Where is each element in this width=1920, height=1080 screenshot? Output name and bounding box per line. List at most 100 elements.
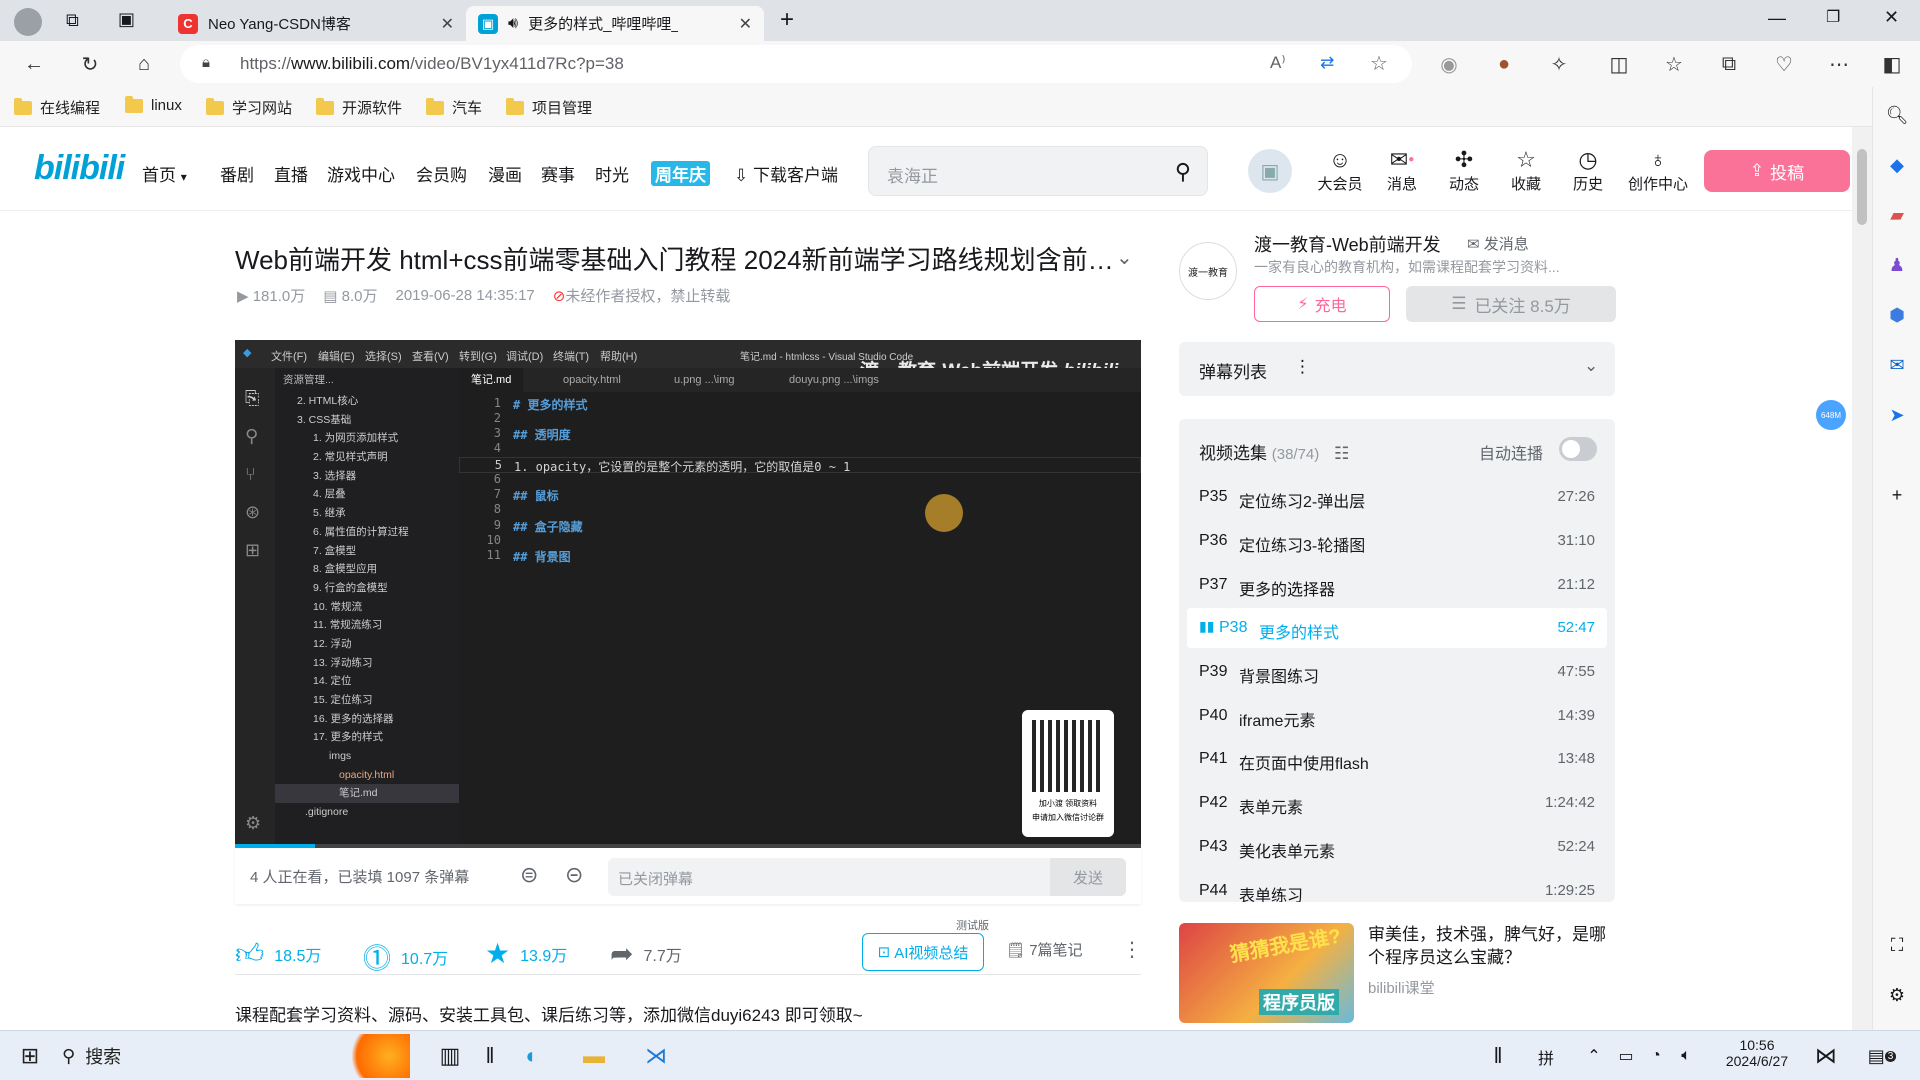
nav-anniversary[interactable]: 周年庆	[651, 161, 710, 186]
recommend-title[interactable]: 审美佳，技术强，脾气好，是哪个程序员这么宝藏？	[1368, 923, 1618, 969]
danmaku-list-panel[interactable]: 弹幕列表 ⋮ ⌄	[1179, 342, 1615, 396]
nav-mall[interactable]: 会员购	[416, 161, 467, 186]
screenshot-icon[interactable]: ⛶	[1885, 933, 1909, 957]
tray-chevron-icon[interactable]: ⌃	[1578, 1040, 1610, 1072]
file-explorer-icon[interactable]: ▬	[578, 1040, 610, 1072]
task-view-icon[interactable]: ▥	[434, 1040, 466, 1072]
browser-essentials-icon[interactable]: ♡	[1770, 50, 1798, 78]
close-tab-icon[interactable]: ✕	[441, 14, 454, 34]
ime-indicator[interactable]: 拼	[1538, 1045, 1554, 1069]
lock-icon[interactable]: 🔒︎	[202, 54, 210, 71]
bilibili-logo[interactable]: bilibili	[34, 149, 125, 188]
chevron-down-icon[interactable]: ⌄	[1584, 356, 1598, 376]
favorite-button[interactable]: ★ 13.9万	[485, 937, 567, 970]
sidebar-toggle-icon[interactable]: ◧	[1878, 50, 1906, 78]
video-player[interactable]: ◆ 文件(F) 编辑(E) 选择(S) 查看(V) 转到(G) 调试(D) 终端…	[235, 340, 1141, 848]
bookmark-folder[interactable]: 项目管理	[506, 97, 592, 118]
read-aloud-icon[interactable]: A⁾	[1270, 53, 1286, 73]
charge-button[interactable]: ⚡︎ 充电	[1254, 286, 1390, 322]
minimize-icon[interactable]: —	[1768, 8, 1786, 29]
bookmark-folder[interactable]: 汽车	[426, 97, 482, 118]
outlook-icon[interactable]: ✉	[1885, 353, 1909, 377]
bookmark-folder[interactable]: 开源软件	[316, 97, 402, 118]
header-history[interactable]: ◷ 历史	[1562, 147, 1614, 194]
new-tab-icon[interactable]: +	[780, 6, 794, 34]
search-icon[interactable]: 🔍︎	[1885, 103, 1909, 127]
more-menu-icon[interactable]: ⋯	[1825, 50, 1853, 78]
translate-icon[interactable]: ⇄	[1320, 53, 1334, 73]
search-input[interactable]: 袁海正	[887, 162, 938, 187]
people-icon[interactable]: ♟	[1885, 253, 1909, 277]
nav-download-client[interactable]: ⇩ 下载客户端	[734, 161, 838, 186]
split-screen-icon[interactable]: ◫	[1605, 50, 1633, 78]
episode-item[interactable]: P35 定位练习2-弹出层 27:26	[1187, 477, 1607, 517]
favorite-star-icon[interactable]: ☆	[1370, 51, 1388, 76]
close-window-icon[interactable]: ✕	[1884, 7, 1899, 28]
share-button[interactable]: ➦ 7.7万	[610, 937, 682, 970]
episode-item[interactable]: P39 背景图练习 47:55	[1187, 652, 1607, 692]
add-sidebar-icon[interactable]: +	[1885, 483, 1909, 507]
header-message[interactable]: ✉● 消息	[1376, 147, 1428, 194]
edge-app-icon[interactable]: ◐	[516, 1040, 548, 1072]
vscode-app-icon[interactable]: ⋊	[640, 1040, 672, 1072]
restore-icon[interactable]: ❐	[1826, 7, 1840, 27]
recommend-thumbnail[interactable]: 猜猜我是谁? 程序员版	[1179, 923, 1354, 1023]
danmaku-toggle-icon[interactable]: ⊜	[520, 862, 538, 888]
settings-gear-icon[interactable]: ⚙	[1885, 983, 1909, 1007]
send-icon[interactable]: ➤	[1885, 403, 1909, 427]
home-icon[interactable]: ⌂	[130, 50, 158, 78]
upload-button[interactable]: ⇪ 投稿	[1704, 150, 1850, 192]
tools-icon[interactable]: ▰	[1885, 203, 1909, 227]
wifi-icon[interactable]: ◔	[1640, 1040, 1672, 1072]
bookmark-folder[interactable]: 学习网站	[206, 97, 292, 118]
scroll-thumb[interactable]	[1857, 149, 1867, 225]
url-bar[interactable]: 🔒︎ https://www.bilibili.com/video/BV1yx4…	[180, 45, 1412, 83]
uploader-name[interactable]: 渡一教育-Web前端开发	[1254, 231, 1441, 257]
episode-item[interactable]: P41 在页面中使用flash 13:48	[1187, 739, 1607, 779]
back-icon[interactable]: ←	[20, 50, 48, 78]
like-button[interactable]: 👍︎ 18.5万	[235, 937, 321, 971]
nav-match[interactable]: 赛事	[541, 161, 575, 186]
expand-title-icon[interactable]: ⌄	[1116, 245, 1133, 270]
header-dynamic[interactable]: ✣ 动态	[1438, 147, 1490, 194]
header-creator[interactable]: ♁ 创作中心	[1624, 147, 1692, 194]
tab-csdn[interactable]: C Neo Yang-CSDN博客 ✕	[166, 6, 466, 41]
episode-item[interactable]: P36 定位练习3-轮播图 31:10	[1187, 521, 1607, 561]
extensions-puzzle-icon[interactable]: ✧	[1545, 50, 1573, 78]
episode-item-active[interactable]: ▮▮ P38 更多的样式 52:47	[1187, 608, 1607, 648]
volume-icon[interactable]: 🔈︎	[1670, 1040, 1702, 1072]
search-icon[interactable]: ⚲	[1175, 159, 1191, 185]
widget-icon[interactable]: ⋈	[1810, 1040, 1842, 1072]
header-favorites[interactable]: ☆ 收藏	[1500, 147, 1552, 194]
autoplay-toggle[interactable]	[1559, 437, 1597, 461]
send-message-link[interactable]: ✉ 发消息	[1467, 233, 1529, 254]
notes-button[interactable]: 🗒︎ 7篇笔记	[1006, 939, 1083, 960]
ai-summary-button[interactable]: ⊡ AI视频总结	[862, 933, 984, 971]
shopping-tag-icon[interactable]: ◆	[1885, 153, 1909, 177]
bookmark-folder[interactable]: 在线编程	[14, 97, 100, 118]
reload-icon[interactable]: ↻	[76, 50, 104, 78]
episode-item[interactable]: P37 更多的选择器 21:12	[1187, 565, 1607, 605]
followed-button[interactable]: ☰ 已关注 8.5万	[1406, 286, 1616, 322]
tab-bilibili[interactable]: ▣ 🔊︎ 更多的样式_哔哩哔哩_bilibili ✕	[466, 6, 764, 41]
page-scrollbar[interactable]	[1852, 127, 1872, 1030]
nav-live[interactable]: 直播	[274, 161, 308, 186]
episode-item[interactable]: P40 iframe元素 14:39	[1187, 696, 1607, 736]
uploader-avatar[interactable]: 渡一教育	[1179, 242, 1237, 300]
danmaku-input[interactable]: 已关闭弹幕 发送	[608, 858, 1126, 896]
coin-button[interactable]: ⓵ 10.7万	[363, 937, 448, 977]
avatar[interactable]: ▣	[1248, 149, 1292, 193]
profile-icon[interactable]	[14, 8, 42, 36]
extension-icon[interactable]: ◉	[1435, 50, 1463, 78]
episode-item[interactable]: P42 表单元素 1:24:42	[1187, 783, 1607, 823]
header-vip[interactable]: ☺ 大会员	[1314, 147, 1366, 194]
danmaku-list-more-icon[interactable]: ⋮	[1294, 357, 1311, 377]
search-box[interactable]: 袁海正 ⚲	[868, 146, 1208, 196]
send-danmaku-button[interactable]: 发送	[1050, 858, 1126, 896]
more-options-icon[interactable]: ⋮	[1122, 937, 1142, 962]
battery-icon[interactable]: ▭	[1610, 1040, 1642, 1072]
nav-anime[interactable]: 番剧	[220, 161, 254, 186]
cookie-extension-icon[interactable]: ●	[1490, 50, 1518, 78]
nav-manga[interactable]: 漫画	[488, 161, 522, 186]
clock[interactable]: 10:56 2024/6/27	[1712, 1037, 1802, 1069]
